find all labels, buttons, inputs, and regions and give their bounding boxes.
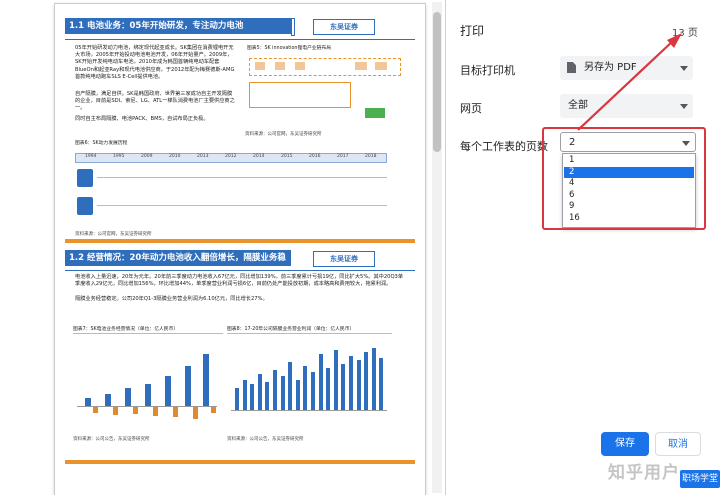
- fig8-bar: [257, 374, 262, 410]
- fig8-bar: [235, 388, 239, 410]
- source-4: 资料来源：公司公告，东吴证券研究所: [227, 437, 304, 442]
- section-1-bullet-1: 05年开始研发动力电池，绑定现代起亚成长。SK集团在消费锂电开无大市场，2005…: [75, 45, 235, 80]
- save-button[interactable]: 保存: [601, 432, 649, 456]
- timeline-year: 2015: [281, 154, 293, 159]
- fig8-bar: [333, 350, 338, 410]
- fig8-bar: [371, 348, 376, 410]
- annotation-arrow-line: [577, 39, 675, 131]
- source-1: 资料来源：公司官网，东吴证券研究所: [245, 132, 322, 137]
- section-1-rule: [65, 39, 415, 40]
- fig8-bar: [288, 362, 293, 410]
- print-dialog: 1.1 电池业务：05年开始研发，专注动力电池 东吴证券 05年开始研发动力电池…: [0, 0, 720, 495]
- brand-logo: 东吴证券: [313, 19, 375, 35]
- figure-7-chart: [73, 336, 223, 428]
- section-1-title: 1.1 电池业务：05年开始研发，专注动力电池: [65, 18, 291, 34]
- source-3: 资料来源：公司公告，东吴证券研究所: [73, 437, 150, 442]
- page-break-rule: [65, 239, 415, 243]
- timeline-year: 2013: [197, 154, 209, 159]
- fig8-bar: [295, 380, 300, 410]
- fig8-bar: [303, 366, 308, 410]
- dialog-title: 打印: [460, 24, 485, 38]
- section-1-bullet-3: 同时自主布局隔膜、电池PACK、BMS，自试布局正负极。: [75, 116, 209, 122]
- brand-logo-2: 东吴证券: [313, 251, 375, 267]
- timeline-year: 1994: [85, 154, 97, 159]
- timeline-year: 2012: [225, 154, 237, 159]
- figure-6-caption: 图表6：SK动力发展历程: [75, 141, 128, 146]
- fig8-bar: [356, 360, 361, 410]
- section-1-bar-end: [291, 18, 295, 36]
- cancel-button[interactable]: 取消: [655, 432, 701, 456]
- timeline-year: 2017: [337, 154, 349, 159]
- timeline-year: 1995: [113, 154, 125, 159]
- fig8-bar: [364, 352, 369, 410]
- section-2-title: 1.2 经营情况：20年动力电池收入翻倍增长，隔膜业务稳定: [65, 250, 291, 279]
- fig8-bar: [349, 356, 353, 410]
- fig8-bar: [250, 384, 255, 410]
- fig8-bar: [318, 354, 323, 410]
- pages-per-sheet-label: 每个工作表的页数: [460, 140, 548, 153]
- figure-5-diagram: [245, 52, 405, 127]
- fig8-bar: [326, 368, 331, 410]
- fig-8-rule: [227, 333, 392, 334]
- fig-7-rule: [73, 333, 223, 334]
- fig8-bar: [280, 376, 285, 410]
- figure-8-chart: [227, 336, 392, 428]
- timeline-year: 2014: [253, 154, 265, 159]
- source-2: 资料来源：公司官网，东吴证券研究所: [75, 232, 152, 237]
- timeline-year: 2016: [309, 154, 321, 159]
- print-preview: 1.1 电池业务：05年开始研发，专注动力电池 东吴证券 05年开始研发动力电池…: [0, 0, 446, 495]
- fig8-bar: [265, 382, 270, 410]
- fig8-bar: [242, 380, 247, 410]
- section-1-bullet-2: 自产隔膜，满足自供。SK是韩国政府、世界第三家成功自主开发隔膜的企业，目前是SD…: [75, 91, 235, 112]
- watermark-text: 知乎用户: [608, 463, 680, 483]
- watermark-badge: 职场学堂: [680, 470, 720, 488]
- highlight-box: [542, 127, 706, 230]
- preview-page: 1.1 电池业务：05年开始研发，专注动力电池 东吴证券 05年开始研发动力电池…: [55, 4, 425, 495]
- section-2-rule: [65, 270, 415, 271]
- figure-5-caption: 图表5：SK innovation锂电产业链布局: [247, 46, 332, 51]
- figure-7-caption: 图表7：SK电池业务经营情况（单位：亿人民币）: [73, 327, 179, 332]
- pages-label: 网页: [460, 102, 482, 115]
- section-2-bullet-1: 电池收入上量迅速，20年为元年。20年前三季度动力电池收入67亿元，同比增加13…: [75, 274, 404, 288]
- section-2-bullet-2: 隔膜业务经营稳定。公司20年Q1-3隔膜业务营业利润为6.10亿元，同比增长27…: [75, 296, 268, 302]
- destination-label: 目标打印机: [460, 64, 515, 77]
- page-break-rule-2: [65, 460, 415, 464]
- fig8-bar: [341, 364, 346, 410]
- fig8-bar: [311, 372, 315, 410]
- timeline-year: 2010: [169, 154, 181, 159]
- fig8-bar: [273, 370, 277, 410]
- preview-scroll-thumb[interactable]: [433, 12, 441, 152]
- fig8-bar: [379, 358, 384, 410]
- figure-8-caption: 图表8：17-20年公司隔膜业务营业利润（单位：亿人民币）: [227, 327, 355, 332]
- figure-6-timeline: 1994 1995 2009 2010 2013 2012 2014 2015 2016 2017…: [75, 147, 395, 232]
- annotation-arrow: [577, 33, 682, 131]
- timeline-year: 2018: [365, 154, 377, 159]
- timeline-year: 2009: [141, 154, 153, 159]
